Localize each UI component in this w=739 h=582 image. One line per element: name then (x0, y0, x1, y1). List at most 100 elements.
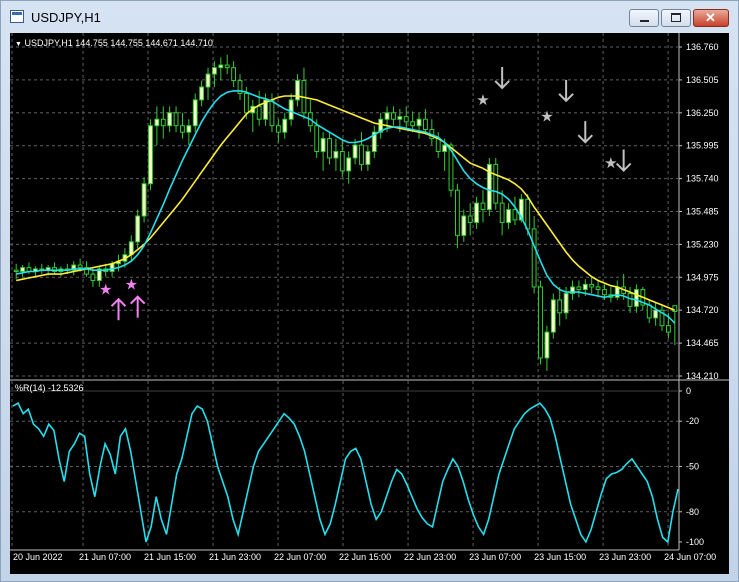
bull-candle (506, 209, 511, 223)
bull-candle (544, 331, 550, 359)
bull-candle (135, 215, 141, 243)
time-tick-label: 24 Jun 07:00 (664, 552, 716, 562)
bear-candle (13, 269, 19, 272)
sell-arrow-icon (494, 66, 510, 90)
chart-menu-triangle-icon[interactable]: ▼ (15, 41, 22, 48)
bear-candle (538, 286, 543, 359)
maximize-button[interactable] (661, 9, 691, 27)
bull-candle (333, 151, 339, 159)
minimize-button[interactable] (629, 9, 659, 27)
bear-candle (576, 286, 582, 291)
bear-candle (269, 99, 275, 127)
price-tick-label: 134.720 (686, 305, 719, 315)
wpr-line (12, 401, 679, 544)
minimize-icon (640, 20, 649, 22)
bear-candle (403, 116, 409, 123)
bear-candle (173, 112, 179, 127)
bear-candle (180, 125, 185, 133)
bull-candle (212, 67, 217, 75)
bear-candle (531, 228, 537, 288)
bull-candle (365, 151, 371, 165)
bull-candle (653, 309, 659, 319)
bear-candle (467, 215, 473, 223)
wpr-tick-label: 0 (686, 386, 691, 396)
bull-candle (148, 125, 153, 185)
time-tick-label: 21 Jun 15:00 (144, 552, 196, 562)
wpr-tick-label: -20 (686, 416, 699, 426)
bull-candle (384, 112, 390, 120)
bear-candle (327, 138, 332, 159)
wpr-indicator-label: %R(14) -12.5326 (15, 383, 84, 393)
bear-candle (646, 304, 652, 319)
symbol-info-label: ▼ USDJPY,H1 144.755 144.755 144.671 144.… (15, 38, 213, 48)
bull-candle (563, 292, 569, 314)
price-tick-label: 135.485 (686, 207, 719, 217)
bear-candle (256, 105, 262, 120)
price-tick-label: 136.250 (686, 108, 719, 118)
bear-candle (90, 273, 96, 282)
price-tick-label: 134.975 (686, 272, 719, 282)
bull-candle (20, 267, 26, 272)
bull-candle (320, 138, 326, 153)
title-bar: USDJPY,H1 ✕ (1, 1, 738, 33)
bear-candle (243, 92, 249, 114)
bear-candle (231, 67, 237, 82)
bull-candle (582, 283, 588, 291)
maximize-icon (671, 13, 681, 22)
bear-candle (77, 264, 83, 269)
bear-candle (589, 283, 595, 288)
bear-candle (339, 151, 345, 172)
sell-arrow-icon (615, 149, 632, 172)
sell-arrow-icon (577, 121, 593, 144)
bull-candle (141, 183, 147, 217)
close-button[interactable]: ✕ (693, 9, 729, 27)
bull-candle (416, 118, 422, 127)
fast-moving-average-line (16, 90, 676, 324)
bear-candle (275, 125, 281, 133)
bull-candle (109, 263, 115, 272)
bear-candle (665, 325, 671, 333)
bull-candle (218, 64, 224, 69)
sell-star-icon: ★ (540, 108, 553, 126)
time-tick-label: 23 Jun 07:00 (469, 552, 521, 562)
bear-candle (160, 118, 166, 127)
chart-window: USDJPY,H1 ✕ 136.760 136.505 136.250 135.995… (0, 0, 739, 582)
bull-candle (442, 144, 448, 153)
bear-candle (525, 198, 531, 230)
bull-candle (474, 202, 479, 223)
chart-window-icon (10, 10, 24, 23)
sell-arrow-icon (558, 79, 574, 103)
bull-candle (397, 116, 403, 120)
bull-candle (346, 157, 352, 172)
bull-candle (192, 99, 198, 127)
bear-candle (595, 286, 601, 291)
price-tick-label: 136.760 (686, 42, 719, 52)
time-tick-label: 22 Jun 07:00 (274, 552, 326, 562)
time-tick-label: 22 Jun 15:00 (339, 552, 391, 562)
bear-candle (627, 292, 633, 307)
bear-candle (493, 163, 499, 204)
chart-canvas[interactable]: 136.760 136.505 136.250 135.995 135.740 135.4… (10, 33, 729, 574)
bull-candle (186, 125, 192, 133)
price-tick-label: 135.995 (686, 141, 719, 151)
sell-star-icon: ★ (604, 154, 617, 172)
price-tick-label: 135.740 (686, 174, 719, 184)
buy-star-icon: ★ (99, 281, 112, 299)
bull-candle (167, 112, 173, 127)
price-tick-label: 135.230 (686, 239, 719, 249)
buy-star-icon: ★ (125, 275, 138, 293)
buy-arrow-icon (129, 295, 146, 318)
bull-candle (282, 118, 288, 133)
bear-candle (224, 64, 230, 69)
price-tick-label: 134.465 (686, 338, 719, 348)
bull-candle (288, 99, 294, 120)
close-icon: ✕ (705, 10, 716, 25)
time-tick-label: 20 Jun 2022 (13, 552, 63, 562)
sell-star-icon: ★ (476, 91, 489, 109)
bear-candle (454, 189, 460, 236)
slow-moving-average-line (16, 95, 676, 311)
bear-candle (435, 138, 441, 153)
time-tick-label: 23 Jun 15:00 (534, 552, 586, 562)
chart-area[interactable]: 136.760 136.505 136.250 135.995 135.740 135.4… (10, 33, 729, 574)
time-tick-label: 23 Jun 23:00 (599, 552, 651, 562)
